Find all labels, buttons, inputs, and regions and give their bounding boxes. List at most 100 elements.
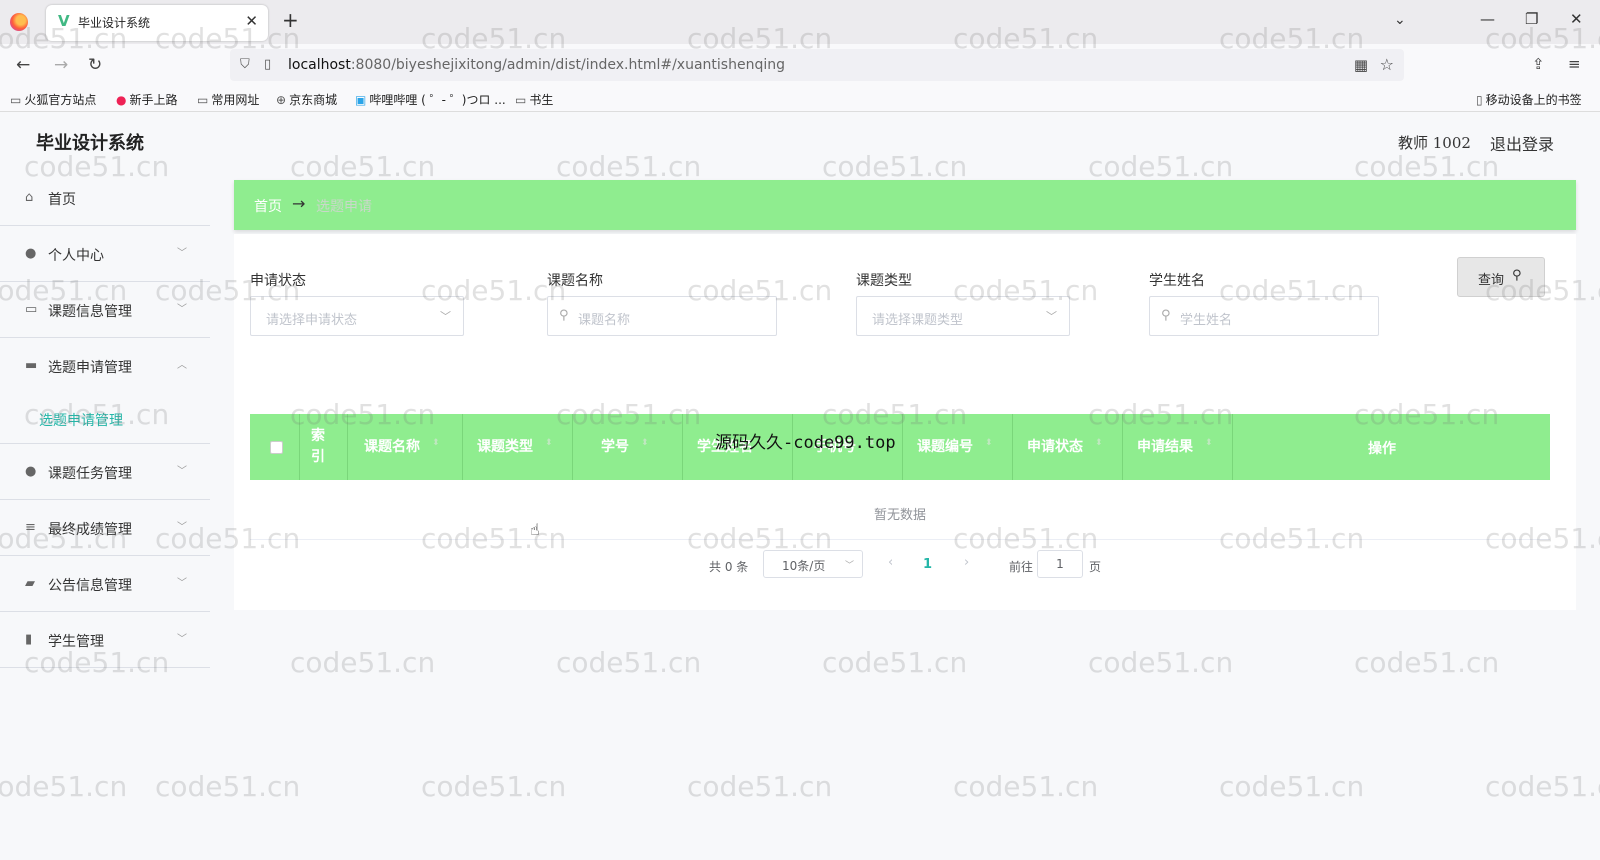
sidebar-item-final-score[interactable]: ≡ 最终成绩管理 ﹀ (0, 500, 210, 556)
chevron-down-icon[interactable]: ⌄ (1394, 12, 1406, 28)
breadcrumb-current: 选题申请 (316, 199, 372, 215)
qr-code-icon[interactable]: ▦ (1354, 56, 1368, 74)
column-header[interactable]: 学号 ⬍ (573, 414, 683, 480)
sidebar-item-selection-apply[interactable]: ▬ 选题申请管理 ︿ (0, 338, 210, 394)
sidebar-item-label: 课题任务管理 (48, 466, 132, 482)
bookmark-item[interactable]: ▭ 书生 (515, 91, 553, 108)
forward-icon[interactable]: → (54, 55, 68, 75)
sidebar-item-home[interactable]: ⌂ 首页 (0, 170, 210, 226)
user-icon: ● (25, 246, 37, 261)
logout-button[interactable]: 退出登录 (1490, 131, 1554, 155)
sidebar-item-label: 个人中心 (48, 248, 104, 264)
chevron-down-icon: ﹀ (177, 466, 187, 477)
sort-icon: ⬍ (985, 438, 993, 448)
sidebar-item-label: 公告信息管理 (48, 578, 132, 594)
prev-page-icon[interactable]: ‹ (888, 555, 893, 570)
topic-name-input[interactable]: ⚲ 课题名称 (547, 296, 777, 336)
main-content: 申请状态 请选择申请状态 ﹀ 课题名称 ⚲ 课题名称 课题类型 请选择课题类型 … (234, 234, 1576, 610)
submenu-item-selection-apply[interactable]: 选题申请管理 (0, 394, 210, 444)
topic-type-label: 课题类型 (856, 273, 912, 289)
address-bar[interactable]: ⛉ ▯ localhost:8080/biyeshejixitong/admin… (230, 49, 1404, 81)
app-header: 毕业设计系统 教师 1002 退出登录 (0, 112, 1600, 170)
page-icon[interactable]: ▯ (264, 57, 271, 72)
submenu-item-label: 选题申请管理 (39, 413, 123, 429)
chevron-down-icon: ﹀ (440, 310, 451, 323)
minimize-icon[interactable]: — (1480, 10, 1495, 28)
column-header[interactable]: 申请状态 ⬍ (1013, 414, 1123, 480)
url-text[interactable]: localhost:8080/biyeshejixitong/admin/dis… (288, 57, 785, 73)
query-button-label: 查询 (1478, 273, 1505, 288)
column-header-label: 学号 (601, 439, 629, 455)
user-icon: ● (25, 464, 37, 479)
back-icon[interactable]: ← (16, 55, 30, 75)
folder-icon: ▭ (197, 93, 209, 107)
chart-icon: ▮ (25, 632, 33, 647)
chevron-down-icon: ﹀ (177, 578, 187, 589)
ticket-icon: ▰ (25, 576, 35, 591)
firefox-icon: ● (116, 93, 127, 107)
sidebar-item-personal-center[interactable]: ● 个人中心 ﹀ (0, 226, 210, 282)
chevron-up-icon: ︿ (177, 360, 187, 371)
sidebar-item-label: 选题申请管理 (48, 360, 132, 376)
close-icon[interactable]: ✕ (245, 12, 258, 30)
topic-type-select[interactable]: 请选择课题类型 ﹀ (856, 296, 1070, 336)
chevron-down-icon: ﹀ (177, 522, 187, 533)
column-header-label: 索引 (311, 428, 325, 465)
table-empty-row: 暂无数据 (250, 480, 1550, 540)
status-label: 申请状态 (250, 273, 306, 289)
browser-tab[interactable]: V 毕业设计系统 ✕ (46, 5, 268, 41)
app-root: 毕业设计系统 教师 1002 退出登录 ⌂ 首页 ● 个人中心 ﹀ ▭ 课题信息… (0, 112, 1600, 860)
search-icon: ⚲ (559, 308, 569, 323)
sidebar-item-topic-task[interactable]: ● 课题任务管理 ﹀ (0, 444, 210, 500)
extensions-icon[interactable]: ⇪ (1532, 55, 1545, 73)
bookmark-item[interactable]: ▭ 常用网址 (197, 91, 259, 108)
sort-icon: ⬍ (1205, 438, 1213, 448)
bookmark-item[interactable]: ▣ 哔哩哔哩 ( ゜- ゜)つロ ... (355, 91, 506, 108)
goto-page-input[interactable]: 1 (1037, 550, 1083, 578)
column-header-label: 课题编号 (917, 439, 973, 455)
topic-type-placeholder: 请选择课题类型 (872, 313, 964, 328)
folder-icon: ▭ (10, 93, 22, 107)
new-tab-icon[interactable]: + (282, 8, 299, 32)
column-header[interactable]: 申请结果 ⬍ (1123, 414, 1233, 480)
star-icon[interactable]: ☆ (1380, 55, 1394, 74)
query-button[interactable]: 查询 ⚲ (1457, 257, 1545, 297)
goto-label: 前往 (1009, 560, 1034, 574)
window-close-icon[interactable]: ✕ (1570, 10, 1583, 28)
page-size-select[interactable]: 10条/页 ﹀ (763, 550, 863, 578)
breadcrumb-home[interactable]: 首页 (254, 196, 282, 216)
chevron-down-icon: ﹀ (177, 248, 187, 259)
reload-icon[interactable]: ↻ (88, 55, 102, 75)
bookmark-item[interactable]: ● 新手上路 (116, 91, 178, 108)
column-header-label: 课题类型 (477, 439, 533, 455)
page-number[interactable]: 1 (923, 557, 932, 572)
sidebar-item-announcement[interactable]: ▰ 公告信息管理 ﹀ (0, 556, 210, 612)
bookmark-label: 新手上路 (129, 93, 178, 107)
column-header[interactable]: 课题名称 ⬍ (348, 414, 463, 480)
column-header-label: 申请结果 (1137, 439, 1193, 455)
sidebar-item-student[interactable]: ▮ 学生管理 ﹀ (0, 612, 210, 668)
mobile-bookmarks[interactable]: ▯ 移动设备上的书签 (1476, 91, 1582, 108)
student-name-input[interactable]: ⚲ 学生姓名 (1149, 296, 1379, 336)
bookmark-item[interactable]: ▭ 火狐官方站点 (10, 91, 96, 108)
student-name-label: 学生姓名 (1149, 273, 1205, 289)
next-page-icon[interactable]: › (964, 555, 969, 570)
column-header[interactable]: 课题类型 ⬍ (463, 414, 573, 480)
chevron-down-icon: ﹀ (177, 304, 187, 315)
bookmark-item[interactable]: ⊕ 京东商城 (276, 91, 337, 108)
status-select[interactable]: 请选择申请状态 ﹀ (250, 296, 464, 336)
sort-icon: ⬍ (1095, 438, 1103, 448)
sidebar-item-topic-info[interactable]: ▭ 课题信息管理 ﹀ (0, 282, 210, 338)
url-host: localhost (288, 57, 351, 73)
chevron-down-icon: ﹀ (1046, 310, 1057, 323)
menu-icon[interactable]: ≡ (1568, 55, 1581, 73)
shield-icon[interactable]: ⛉ (240, 57, 250, 72)
firefox-icon[interactable] (10, 13, 28, 31)
column-header[interactable]: 课题编号 ⬍ (903, 414, 1013, 480)
select-all-checkbox[interactable] (270, 441, 283, 454)
overlay-watermark-text: 源码久久-code99.top (715, 433, 896, 453)
breadcrumb: 首页 → 选题申请 (234, 180, 1576, 230)
maximize-icon[interactable]: ❐ (1525, 10, 1538, 28)
column-header-label: 课题名称 (364, 439, 420, 455)
browser-tab-bar: V 毕业设计系统 ✕ + ⌄ — ❐ ✕ (0, 0, 1600, 44)
